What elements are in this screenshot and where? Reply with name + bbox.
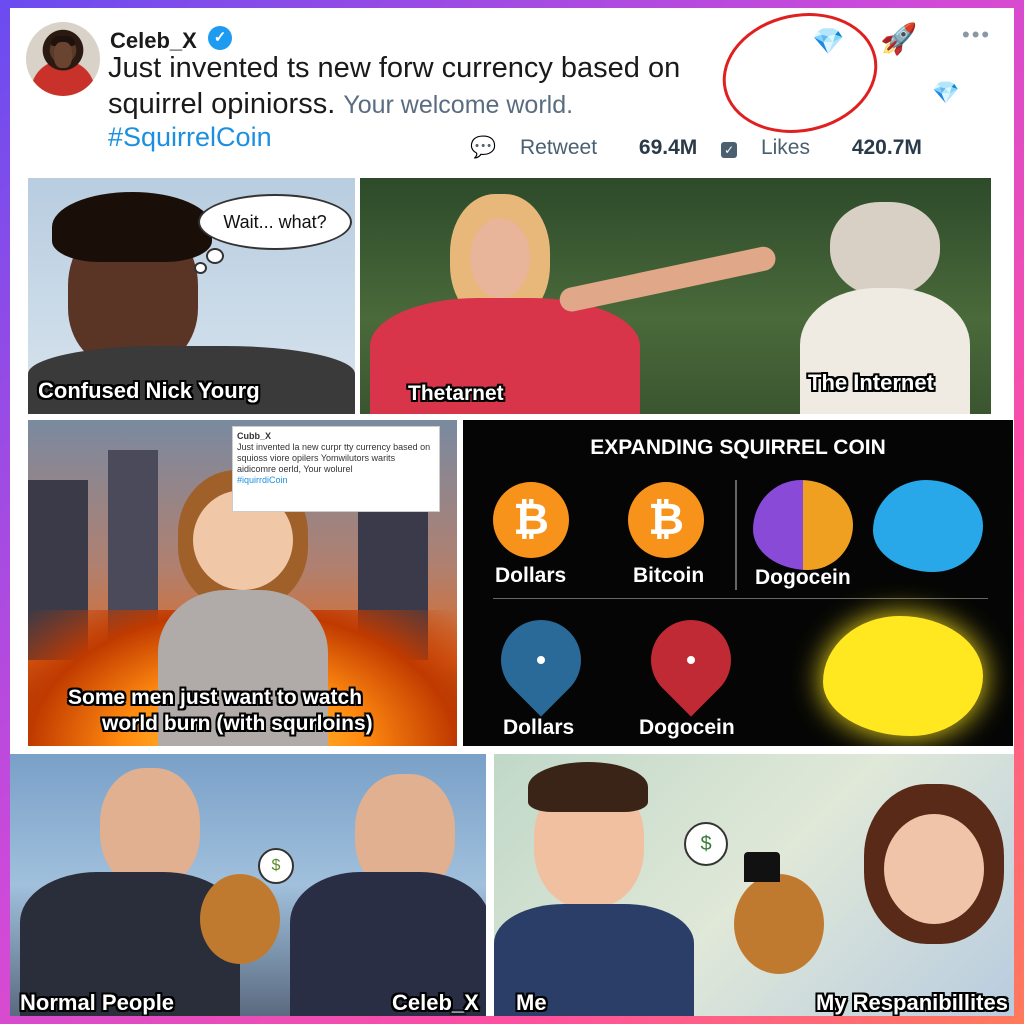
mini-tweet-user: Cubb_X bbox=[237, 431, 272, 441]
label-dogocein: Dogocein bbox=[639, 716, 735, 739]
bitcoin-icon: ₿ bbox=[493, 482, 569, 558]
tweet-text-main: squirrel opiniorss. bbox=[108, 88, 336, 120]
label-dollars: Dollars bbox=[503, 716, 575, 739]
hair-figure bbox=[52, 192, 212, 262]
thought-dot bbox=[194, 262, 207, 274]
meme-card: Celeb_X ✓ Just invented ts new forw curr… bbox=[10, 8, 1014, 1016]
man-hair bbox=[528, 762, 648, 812]
panel-news-anchors: $ Normal People Celeb_X bbox=[10, 754, 486, 1016]
caption-line2: world burn (with squrloins) bbox=[102, 712, 373, 735]
tweet-text-line2: squirrel opiniorss. Your welcome world. bbox=[108, 88, 573, 121]
panel-woman-cat: Thetarnet The Internet bbox=[360, 178, 991, 414]
diamond-icon: 💎 bbox=[812, 26, 845, 56]
thought-dot bbox=[206, 248, 224, 264]
panel-expanding-brain: EXPANDING SQUIRREL COIN ₿ ₿ Dollars Bitc… bbox=[463, 420, 1013, 746]
thought-bubble: Wait... what? bbox=[198, 194, 352, 250]
caption-right: Celeb_X bbox=[392, 990, 479, 1015]
divider bbox=[735, 480, 737, 590]
comment-icon: 💬 bbox=[470, 136, 497, 159]
brain-icon bbox=[873, 480, 983, 572]
more-options-icon[interactable]: ••• bbox=[962, 22, 991, 48]
dollar-bubble: $ bbox=[684, 822, 728, 866]
caption: Confused Nick Yourg bbox=[38, 378, 260, 403]
avatar[interactable] bbox=[26, 22, 100, 96]
caption-left: Normal People bbox=[20, 990, 175, 1015]
caption-right: My Respanibillites bbox=[816, 990, 1008, 1015]
rocket-icon: 🚀 bbox=[880, 23, 918, 56]
dollar-bubble: $ bbox=[258, 848, 294, 884]
red-circle-annotation bbox=[711, 8, 889, 147]
panel-fire-girl: Cubb_X Just invented la new curpr tty cu… bbox=[28, 420, 457, 746]
tweet-header: Celeb_X ✓ Just invented ts new forw curr… bbox=[10, 8, 1014, 180]
verified-icon: ✓ bbox=[208, 26, 232, 50]
mini-tweet-text: Just invented la new curpr tty currency … bbox=[237, 442, 431, 474]
tweet-text-line1: Just invented ts new forw currency based… bbox=[108, 52, 681, 84]
likes-button[interactable]: ✓ Likes bbox=[721, 136, 828, 159]
retweet-count: 69.4M bbox=[638, 136, 698, 159]
woman-face bbox=[470, 218, 530, 298]
username[interactable]: Celeb_X bbox=[110, 28, 197, 54]
label-bitcoin: Bitcoin bbox=[633, 564, 705, 587]
hashtag-link[interactable]: #SquirrelCoin bbox=[108, 122, 272, 153]
panel-me-responsibilities: $ Me My Respanibillites bbox=[494, 754, 1014, 1016]
caption-line1: Some men just want to watch bbox=[68, 686, 363, 709]
panel-title: EXPANDING SQUIRREL COIN bbox=[590, 436, 886, 459]
woman-face bbox=[884, 814, 984, 924]
chat-pin-icon bbox=[484, 603, 598, 717]
tweet-text-sub: Your welcome world. bbox=[343, 91, 574, 119]
bitcoin-icon: ₿ bbox=[628, 482, 704, 558]
panel-confused: Wait... what? Confused Nick Yourg bbox=[28, 178, 355, 414]
squirrel bbox=[200, 874, 280, 964]
top-hat-icon bbox=[744, 852, 780, 882]
retweet-label: Retweet bbox=[520, 136, 598, 159]
mini-tweet: Cubb_X Just invented la new curpr tty cu… bbox=[232, 426, 440, 512]
squirrel bbox=[734, 874, 824, 974]
divider bbox=[493, 598, 988, 599]
glowing-brain-icon bbox=[823, 616, 983, 736]
brain-icon bbox=[753, 480, 853, 570]
caption-left: Thetarnet bbox=[408, 382, 504, 405]
caption-left: Me bbox=[516, 990, 547, 1015]
retweet-button[interactable]: 💬 Retweet bbox=[470, 136, 615, 159]
pointing-arm bbox=[557, 244, 778, 314]
label-dogocein: Dogocein bbox=[755, 566, 851, 589]
mini-tweet-tag: #iquirrdiCoin bbox=[237, 475, 288, 485]
man-face bbox=[100, 768, 200, 888]
label-dollars: Dollars bbox=[495, 564, 567, 587]
caption-right: The Internet bbox=[808, 370, 934, 395]
diamond-icon: 💎 bbox=[932, 80, 960, 105]
cat-head bbox=[830, 202, 940, 297]
tweet-stats: 💬 Retweet 69.4M ✓ Likes 420.7M bbox=[470, 136, 940, 160]
likes-count: 420.7M bbox=[851, 136, 922, 159]
likes-label: Likes bbox=[760, 136, 810, 159]
check-icon: ✓ bbox=[721, 142, 738, 158]
chat-pin-icon bbox=[634, 603, 748, 717]
